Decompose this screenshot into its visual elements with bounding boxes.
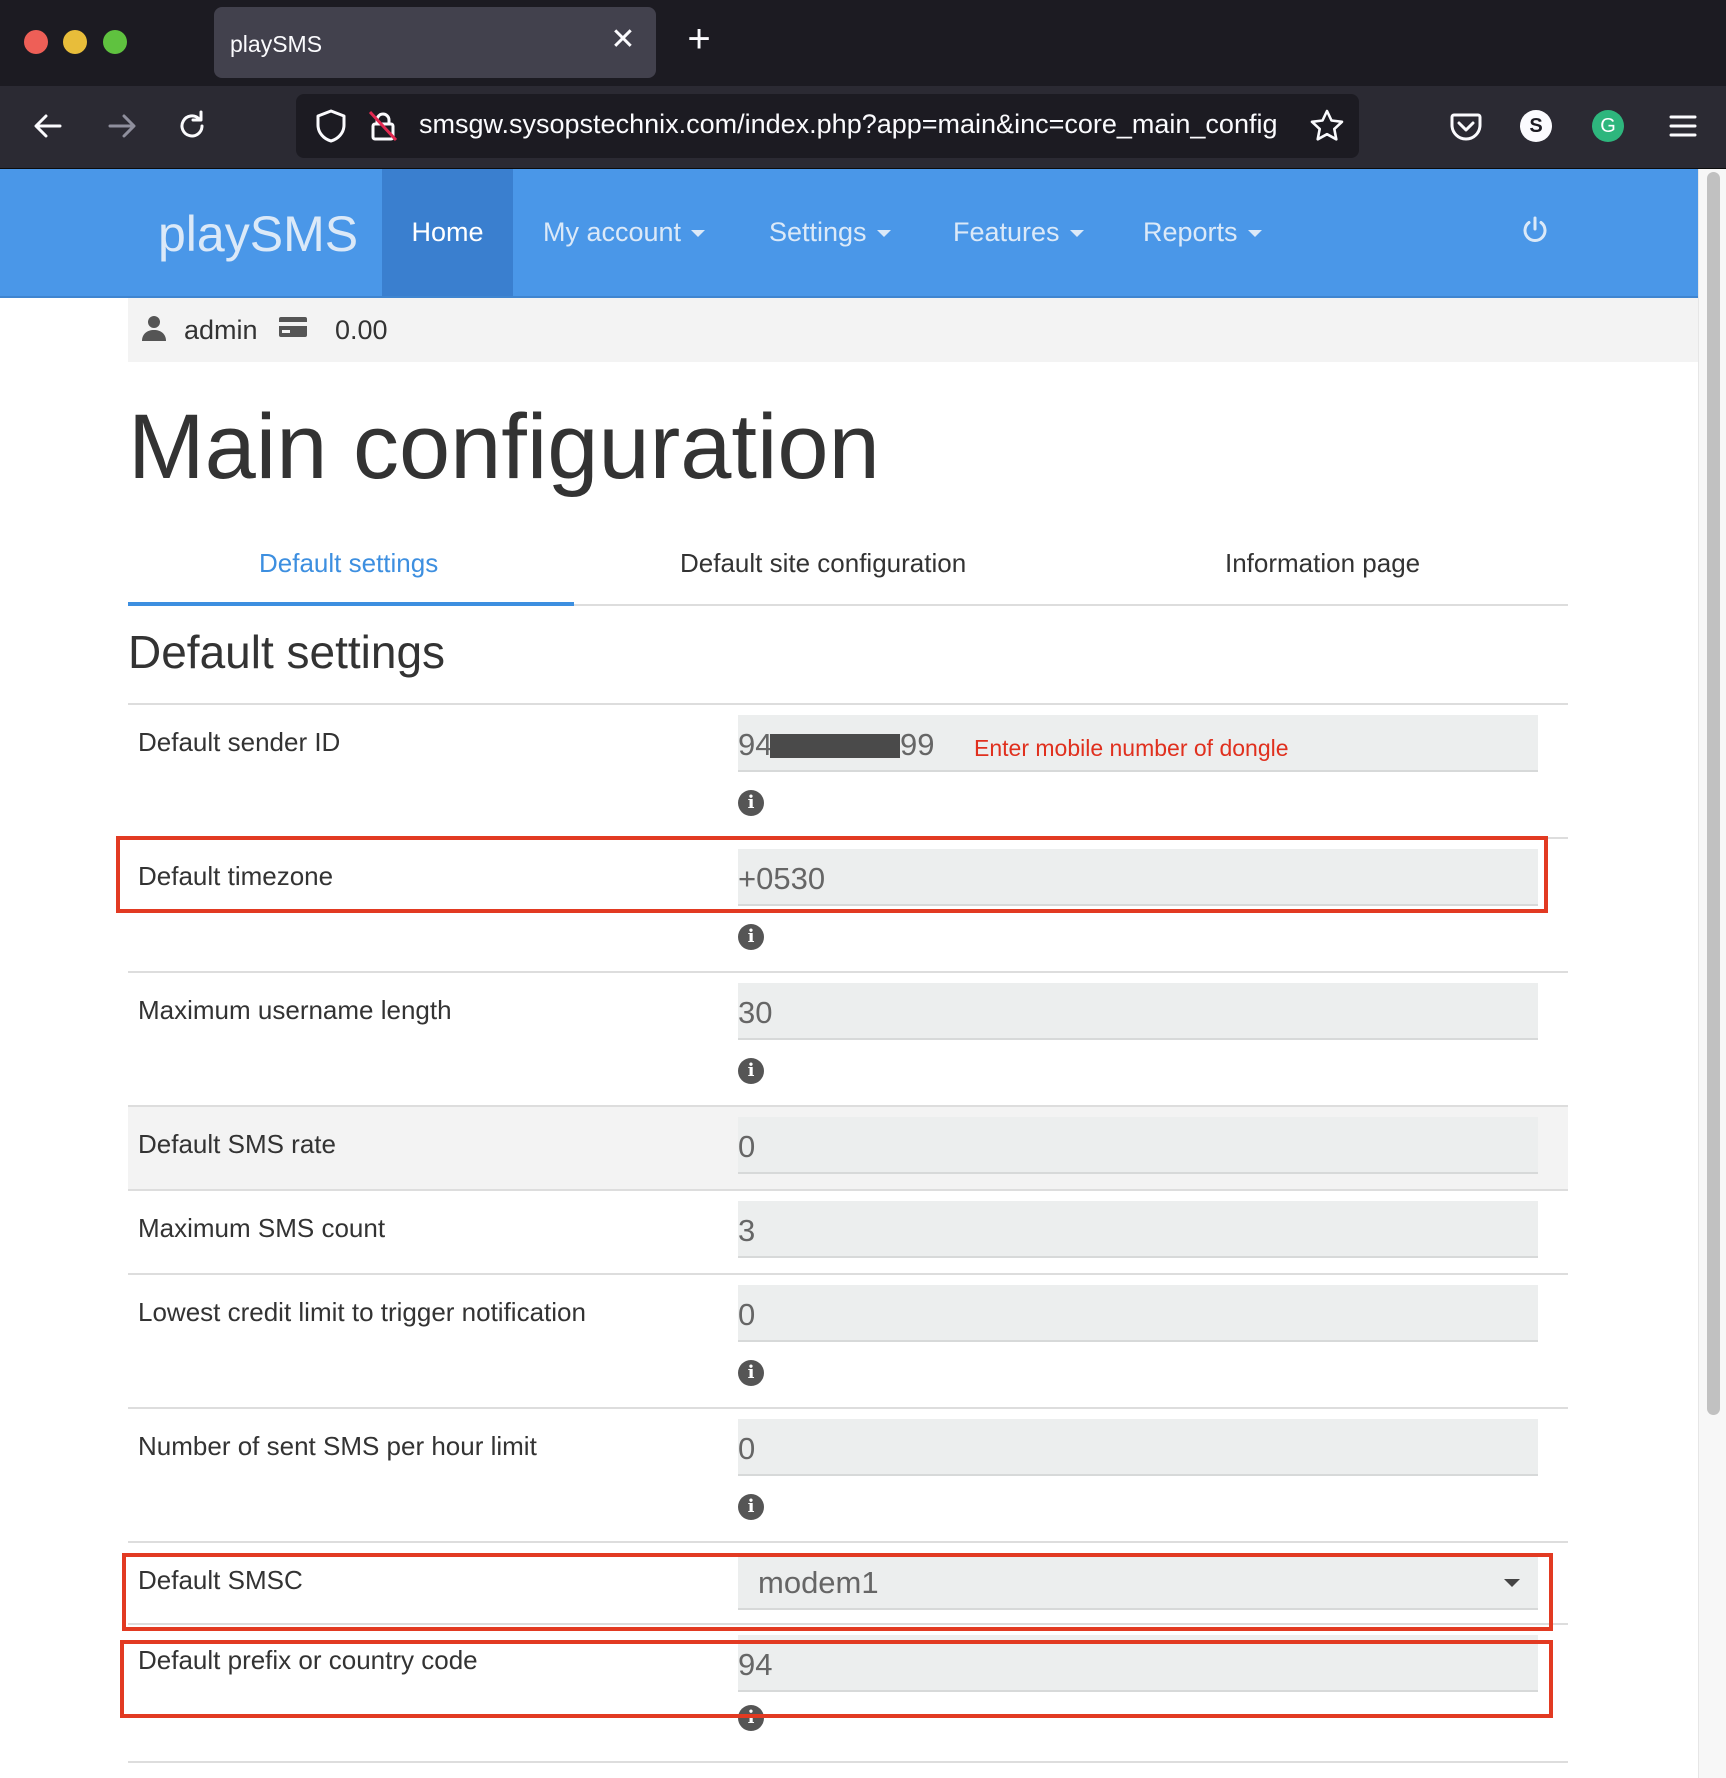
page-scrollbar-thumb[interactable] [1707,172,1720,1415]
active-tab-underline [128,602,574,606]
nav-settings-label: Settings [769,217,867,247]
window-zoom-button[interactable] [103,30,127,54]
input-sms-per-hour-limit[interactable]: 0 [738,1419,1538,1476]
row-sms-per-hour-limit: Number of sent SMS per hour limit 0 i [128,1407,1568,1543]
logout-power-icon[interactable] [1520,215,1550,245]
page-title: Main configuration [128,396,880,498]
credit-limit-value: 0 [738,1297,756,1332]
tab-default-site-configuration[interactable]: Default site configuration [680,548,966,579]
highlight-box-prefix [120,1640,1553,1718]
username[interactable]: admin [184,315,258,346]
tab-information-page[interactable]: Information page [1225,548,1420,579]
grammarly-extension-icon[interactable]: G [1592,110,1624,142]
nav-home-label: Home [411,217,484,247]
window-minimize-button[interactable] [63,30,87,54]
row-maximum-sms-count: Maximum SMS count 3 [128,1189,1568,1275]
input-default-sms-rate[interactable]: 0 [738,1117,1538,1174]
sender-id-value-end: 99 [900,727,935,762]
url-text: smsgw.sysopstechnix.com/index.php?app=ma… [419,109,1278,139]
shield-icon[interactable] [314,108,348,144]
new-tab-button[interactable]: + [682,19,716,59]
max-sms-count-value: 3 [738,1213,756,1248]
config-tabs: Default settings Default site configurat… [128,520,1568,606]
nav-my-account-label: My account [543,217,682,247]
nav-features-label: Features [953,217,1060,247]
redacted-block [770,734,900,758]
window-close-button[interactable] [24,30,48,54]
info-icon[interactable]: i [738,924,764,950]
info-icon[interactable]: i [738,1360,764,1386]
label-default-sms-rate: Default SMS rate [138,1129,336,1159]
reload-icon[interactable] [172,106,212,146]
nav-home[interactable]: Home [382,169,513,296]
forward-arrow-icon[interactable] [102,106,142,146]
address-bar[interactable]: smsgw.sysopstechnix.com/index.php?app=ma… [296,94,1359,158]
nav-reports-label: Reports [1143,217,1238,247]
browser-tab-title: playSMS [230,31,323,57]
nav-settings[interactable]: Settings [769,169,891,296]
sender-id-hint: Enter mobile number of dongle [974,735,1289,761]
credit-balance: 0.00 [335,315,388,345]
row-default-sms-rate: Default SMS rate 0 [128,1105,1568,1191]
row-lowest-credit-limit: Lowest credit limit to trigger notificat… [128,1273,1568,1409]
max-username-value: 30 [738,995,773,1030]
user-icon [142,316,166,341]
input-maximum-sms-count[interactable]: 3 [738,1201,1538,1258]
chevron-down-icon [1069,230,1084,238]
label-default-sender-id: Default sender ID [138,727,341,757]
nav-reports[interactable]: Reports [1143,169,1262,296]
bookmark-star-icon[interactable] [1309,108,1345,144]
browser-tab[interactable]: playSMS ✕ [214,7,656,78]
tab-default-settings[interactable]: Default settings [259,548,438,579]
info-icon[interactable]: i [738,1494,764,1520]
label-maximum-username-length: Maximum username length [138,995,452,1025]
nav-features[interactable]: Features [953,169,1084,296]
sms-per-hour-value: 0 [738,1431,756,1466]
credit-card-icon [279,317,307,337]
pocket-icon[interactable] [1446,106,1486,146]
label-lowest-credit-limit: Lowest credit limit to trigger notificat… [138,1297,586,1327]
insecure-lock-icon[interactable] [366,108,400,144]
back-arrow-icon[interactable] [28,106,68,146]
highlight-box-timezone [116,836,1548,913]
app-navbar: playSMS Home My account Settings Feature… [0,169,1698,298]
sms-rate-value: 0 [738,1129,756,1164]
sender-id-value-start: 94 [738,727,773,762]
row-default-sender-id: Default sender ID 94 99 Enter mobile num… [128,703,1568,839]
user-info-bar: admin 0.00 [128,298,1698,362]
brand-logo[interactable]: playSMS [158,205,358,263]
info-icon[interactable]: i [738,790,764,816]
highlight-box-smsc [122,1553,1553,1631]
browser-toolbar: smsgw.sysopstechnix.com/index.php?app=ma… [0,86,1726,169]
chevron-down-icon [691,230,706,238]
row-maximum-username-length: Maximum username length 30 i [128,971,1568,1107]
section-title: Default settings [128,626,446,678]
account-avatar-s[interactable]: S [1520,110,1552,142]
close-tab-icon[interactable]: ✕ [608,25,638,55]
input-default-sender-id[interactable]: 94 99 Enter mobile number of dongle [738,715,1538,772]
label-maximum-sms-count: Maximum SMS count [138,1213,386,1243]
chevron-down-icon [876,230,891,238]
hamburger-menu-icon[interactable] [1663,106,1703,146]
input-maximum-username-length[interactable]: 30 [738,983,1538,1040]
nav-my-account[interactable]: My account [543,169,706,296]
info-icon[interactable]: i [738,1058,764,1084]
label-sms-per-hour-limit: Number of sent SMS per hour limit [138,1431,537,1461]
chevron-down-icon [1247,230,1262,238]
input-lowest-credit-limit[interactable]: 0 [738,1285,1538,1342]
browser-tab-bar: playSMS ✕ + [0,0,1726,86]
